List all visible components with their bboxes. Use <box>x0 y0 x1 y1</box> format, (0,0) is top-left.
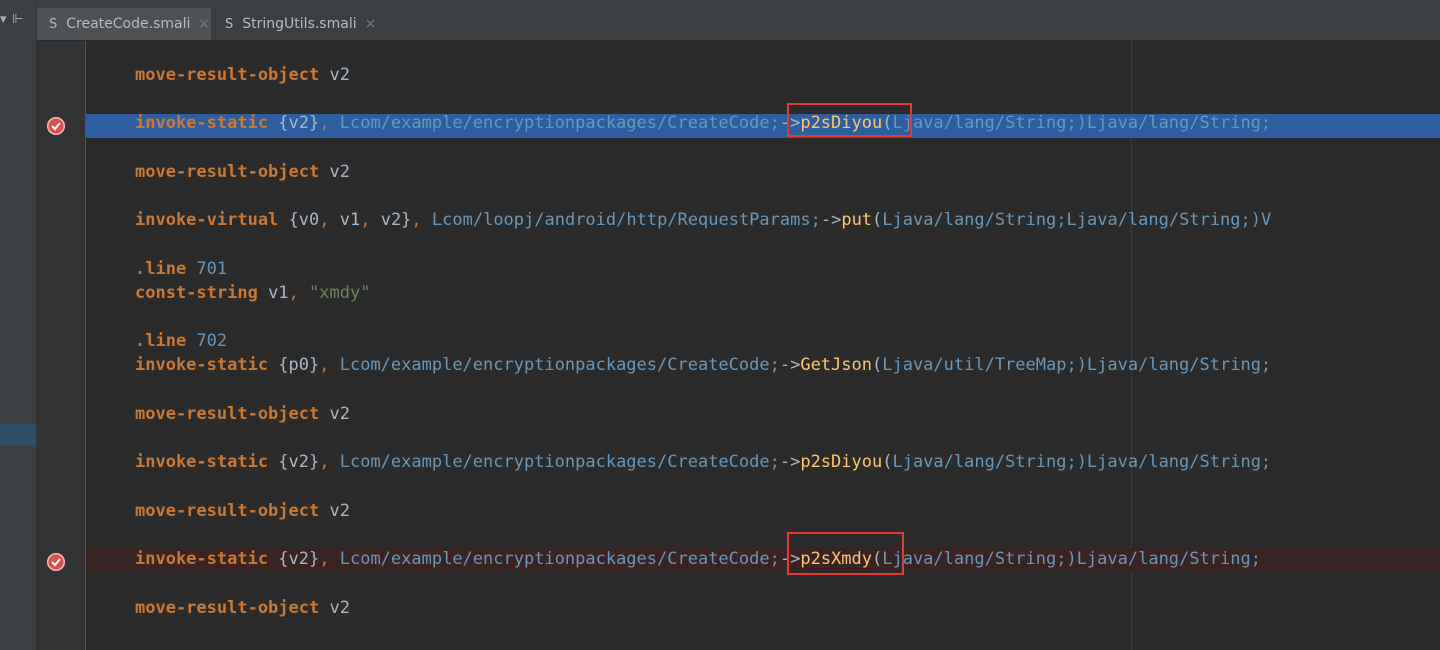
code-line[interactable]: invoke-virtual {v0, v1, v2}, Lcom/loopj/… <box>135 208 1271 232</box>
annotation-box-p2sxmdy <box>787 532 904 575</box>
code-line[interactable]: invoke-static {p0}, Lcom/example/encrypt… <box>135 353 1271 377</box>
project-panel-strip[interactable] <box>0 0 37 650</box>
code-line[interactable]: move-result-object v2 <box>135 596 350 620</box>
code-line[interactable]: invoke-static {v2}, Lcom/example/encrypt… <box>135 547 1261 571</box>
tab-stringutils-smali[interactable]: S StringUtils.smali × <box>213 8 376 40</box>
tab-label: CreateCode.smali <box>66 16 191 32</box>
close-icon[interactable]: × <box>365 16 377 32</box>
annotation-box-p2sdiyou <box>787 103 912 137</box>
code-line[interactable]: move-result-object v2 <box>135 402 350 426</box>
project-panel-selection <box>0 424 36 446</box>
breakpoint-icon[interactable] <box>47 117 65 135</box>
code-line[interactable]: .line 701 <box>135 257 227 281</box>
code-line[interactable]: invoke-static {v2}, Lcom/example/encrypt… <box>135 111 1271 135</box>
code-line[interactable]: .line 702 <box>135 329 227 353</box>
breakpoint-icon[interactable] <box>47 553 65 571</box>
code-line[interactable]: move-result-object v2 <box>135 160 350 184</box>
code-line[interactable]: const-string v1, "xmdy" <box>135 281 370 305</box>
smali-file-icon: S <box>49 16 58 32</box>
tab-label: StringUtils.smali <box>242 16 357 32</box>
collapse-icon[interactable]: ▾ <box>0 12 7 27</box>
code-line[interactable]: move-result-object v2 <box>135 499 350 523</box>
tab-createcode-smali[interactable]: S CreateCode.smali × <box>37 8 211 40</box>
pin-icon[interactable]: ⊩ <box>12 12 23 27</box>
smali-file-icon: S <box>225 16 234 32</box>
code-line[interactable]: move-result-object v2 <box>135 63 350 87</box>
close-icon[interactable]: × <box>198 16 210 32</box>
code-line[interactable]: invoke-static {v2}, Lcom/example/encrypt… <box>135 450 1271 474</box>
